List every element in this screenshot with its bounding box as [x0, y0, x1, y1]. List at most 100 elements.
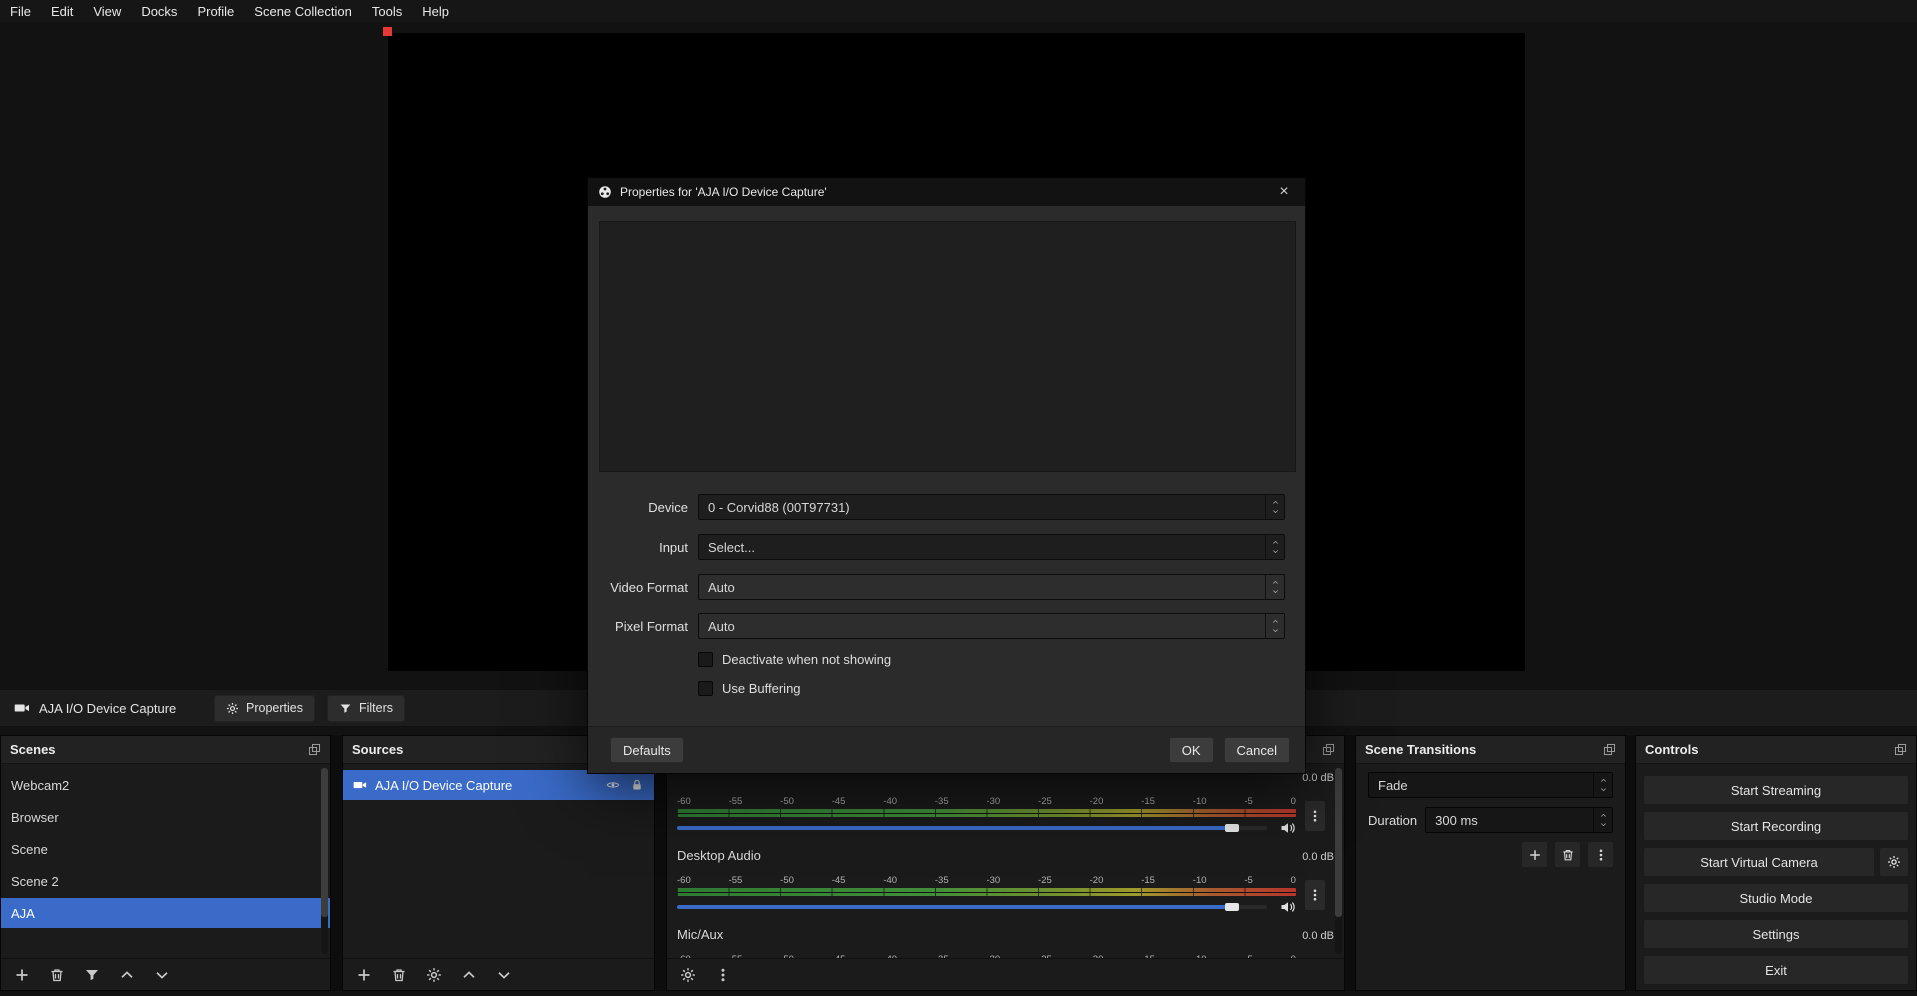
volume-slider[interactable] [677, 826, 1267, 830]
mixer-item-menu-button[interactable] [1305, 801, 1325, 831]
popout-icon [1603, 743, 1616, 756]
scenes-scrollbar-thumb[interactable] [321, 768, 328, 917]
controls-popout-button[interactable] [1894, 743, 1907, 756]
scene-item-scene[interactable]: Scene [1, 834, 330, 864]
volume-slider-knob[interactable] [1225, 824, 1239, 832]
start-recording-button[interactable]: Start Recording [1644, 812, 1908, 840]
source-visibility-toggle[interactable] [606, 778, 620, 792]
menu-item-view[interactable]: View [83, 0, 131, 22]
source-item-aja-io-device-capture[interactable]: AJA I/O Device Capture [343, 770, 654, 800]
video-format-select[interactable]: Auto [698, 574, 1285, 600]
advanced-audio-button[interactable] [680, 967, 696, 983]
duration-label: Duration [1368, 813, 1417, 828]
add-source-button[interactable] [356, 967, 372, 983]
remove-transition-button[interactable] [1555, 842, 1580, 867]
volume-slider[interactable] [677, 905, 1267, 909]
mute-button[interactable] [1280, 899, 1296, 915]
virtual-camera-config-button[interactable] [1880, 848, 1908, 876]
scene-item-scene-2[interactable]: Scene 2 [1, 866, 330, 896]
scene-filters-button[interactable] [84, 967, 100, 983]
exit-button[interactable]: Exit [1644, 956, 1908, 984]
input-select[interactable]: Select... [698, 534, 1285, 560]
mixer-item-menu-button[interactable] [1305, 880, 1325, 910]
chevron-up-icon [119, 967, 135, 983]
add-scene-button[interactable] [14, 967, 30, 983]
source-lock-toggle[interactable] [630, 778, 644, 792]
menu-item-docks[interactable]: Docks [131, 0, 187, 22]
start-virtual-camera-button[interactable]: Start Virtual Camera [1644, 848, 1874, 876]
menu-item-profile[interactable]: Profile [187, 0, 244, 22]
kebab-menu-icon [1308, 888, 1322, 902]
menu-item-tools[interactable]: Tools [362, 0, 412, 22]
device-select[interactable]: 0 - Corvid88 (00T97731) [698, 494, 1285, 520]
move-source-up-button[interactable] [461, 967, 477, 983]
source-properties-button[interactable] [426, 967, 442, 983]
controls-panel: Controls Start Streaming Start Recording… [1635, 735, 1917, 991]
plus-icon [14, 967, 30, 983]
plus-icon [356, 967, 372, 983]
context-source-name: AJA I/O Device Capture [39, 701, 176, 716]
speaker-icon [1280, 820, 1296, 836]
remove-scene-button[interactable] [49, 967, 65, 983]
scene-item-browser[interactable]: Browser [1, 802, 330, 832]
remove-source-button[interactable] [391, 967, 407, 983]
filter-icon [339, 702, 352, 715]
menu-item-scene-collection[interactable]: Scene Collection [244, 0, 362, 22]
mute-button[interactable] [1280, 820, 1296, 836]
trash-icon [391, 967, 407, 983]
defaults-button[interactable]: Defaults [610, 737, 684, 763]
popout-icon [308, 743, 321, 756]
meter-db-value: 0.0 dB [1302, 772, 1334, 784]
transitions-popout-button[interactable] [1603, 743, 1616, 756]
start-streaming-button[interactable]: Start Streaming [1644, 776, 1908, 804]
menu-bar: File Edit View Docks Profile Scene Colle… [0, 0, 1917, 22]
spinner-arrows-icon [1265, 535, 1284, 559]
filter-icon [84, 967, 100, 983]
gear-icon [680, 967, 696, 983]
chevron-down-icon [154, 967, 170, 983]
spinner-arrows-icon [1593, 773, 1612, 797]
scene-item-aja[interactable]: AJA [1, 898, 330, 928]
transition-select[interactable]: Fade [1368, 772, 1613, 798]
mixer-scrollbar-thumb[interactable] [1335, 768, 1342, 917]
scenes-panel-title: Scenes [10, 742, 56, 757]
eye-icon [606, 778, 620, 792]
volume-meter-bars [677, 809, 1296, 817]
mixer-menu-button[interactable] [715, 967, 731, 983]
meter-db-value: 0.0 dB [1302, 930, 1334, 942]
scene-item-webcam2[interactable]: Webcam2 [1, 770, 330, 800]
mixer-popout-button[interactable] [1322, 743, 1335, 756]
pixel-format-select[interactable]: Auto [698, 613, 1285, 639]
volume-slider-knob[interactable] [1225, 903, 1239, 911]
dialog-title: Properties for 'AJA I/O Device Capture' [620, 185, 827, 199]
scenes-scrollbar[interactable] [321, 768, 328, 954]
menu-item-help[interactable]: Help [412, 0, 459, 22]
move-scene-down-button[interactable] [154, 967, 170, 983]
gear-icon [426, 967, 442, 983]
cancel-button[interactable]: Cancel [1224, 737, 1290, 763]
ok-button[interactable]: OK [1169, 737, 1214, 763]
move-source-down-button[interactable] [496, 967, 512, 983]
move-scene-up-button[interactable] [119, 967, 135, 983]
trash-icon [1561, 848, 1575, 862]
properties-button[interactable]: Properties [214, 695, 315, 722]
kebab-menu-icon [715, 967, 731, 983]
deactivate-when-not-showing-checkbox[interactable] [698, 652, 713, 667]
use-buffering-checkbox[interactable] [698, 681, 713, 696]
dialog-title-bar[interactable]: Properties for 'AJA I/O Device Capture' … [588, 178, 1305, 206]
popout-icon [1322, 743, 1335, 756]
transform-handle[interactable] [383, 27, 392, 36]
close-button[interactable]: × [1273, 178, 1295, 206]
settings-button[interactable]: Settings [1644, 920, 1908, 948]
scene-transitions-panel-title: Scene Transitions [1365, 742, 1476, 757]
transition-menu-button[interactable] [1588, 842, 1613, 867]
studio-mode-button[interactable]: Studio Mode [1644, 884, 1908, 912]
menu-item-edit[interactable]: Edit [41, 0, 83, 22]
filters-button[interactable]: Filters [327, 695, 405, 722]
mixer-scrollbar[interactable] [1335, 768, 1342, 954]
mixer-meter: Mic/Aux 0.0 dB -60-55-50-45-40-35-30-25-… [677, 924, 1334, 958]
duration-spinbox[interactable]: 300 ms [1425, 807, 1613, 833]
menu-item-file[interactable]: File [0, 0, 41, 22]
scenes-popout-button[interactable] [308, 743, 321, 756]
add-transition-button[interactable] [1522, 842, 1547, 867]
